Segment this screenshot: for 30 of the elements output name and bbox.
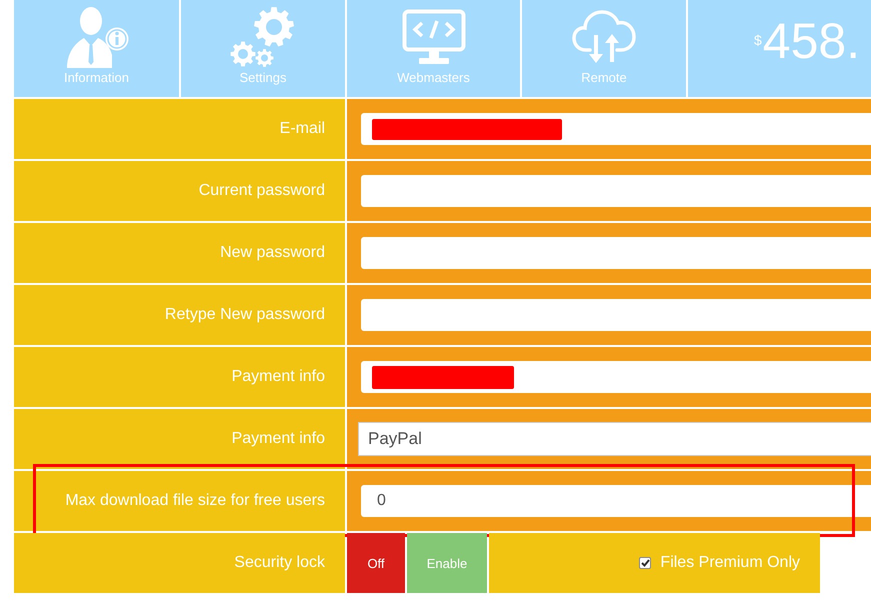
nav-tile[interactable]: Information bbox=[14, 0, 179, 97]
input-field[interactable] bbox=[361, 237, 871, 269]
input-field[interactable] bbox=[361, 361, 871, 393]
input-field[interactable]: 0 bbox=[361, 485, 871, 517]
payment-method-select[interactable]: PayPal bbox=[358, 422, 871, 456]
check-icon bbox=[640, 559, 650, 567]
field-label: Payment info bbox=[14, 347, 345, 407]
nav-tile[interactable]: Webmasters bbox=[347, 0, 520, 97]
nav-tile[interactable]: Settings bbox=[181, 0, 345, 97]
input-field[interactable] bbox=[361, 299, 871, 331]
gears-icon bbox=[230, 6, 296, 68]
monitor-code-icon bbox=[402, 8, 466, 64]
enable-button[interactable]: Enable bbox=[407, 533, 487, 593]
field-label: Retype New password bbox=[14, 285, 345, 345]
field-label: Current password bbox=[14, 161, 345, 221]
field-label: Payment info bbox=[14, 409, 345, 469]
input-field[interactable] bbox=[361, 175, 871, 207]
nav-tile[interactable]: Remote bbox=[522, 0, 686, 97]
field-label: New password bbox=[14, 223, 345, 283]
option-label: Files Premium Only bbox=[660, 554, 800, 572]
balance-amount: 458. bbox=[762, 16, 860, 66]
off-button[interactable]: Off bbox=[347, 533, 405, 593]
checkbox[interactable] bbox=[639, 557, 652, 569]
cloud-transfer-icon bbox=[572, 10, 636, 64]
field-label: Security lock bbox=[14, 533, 345, 593]
user-info-icon bbox=[64, 4, 128, 68]
currency-symbol: $ bbox=[754, 33, 762, 47]
field-label: E-mail bbox=[14, 99, 345, 159]
field-label: Max download file size for free users bbox=[14, 471, 345, 531]
input-field[interactable] bbox=[361, 113, 871, 145]
